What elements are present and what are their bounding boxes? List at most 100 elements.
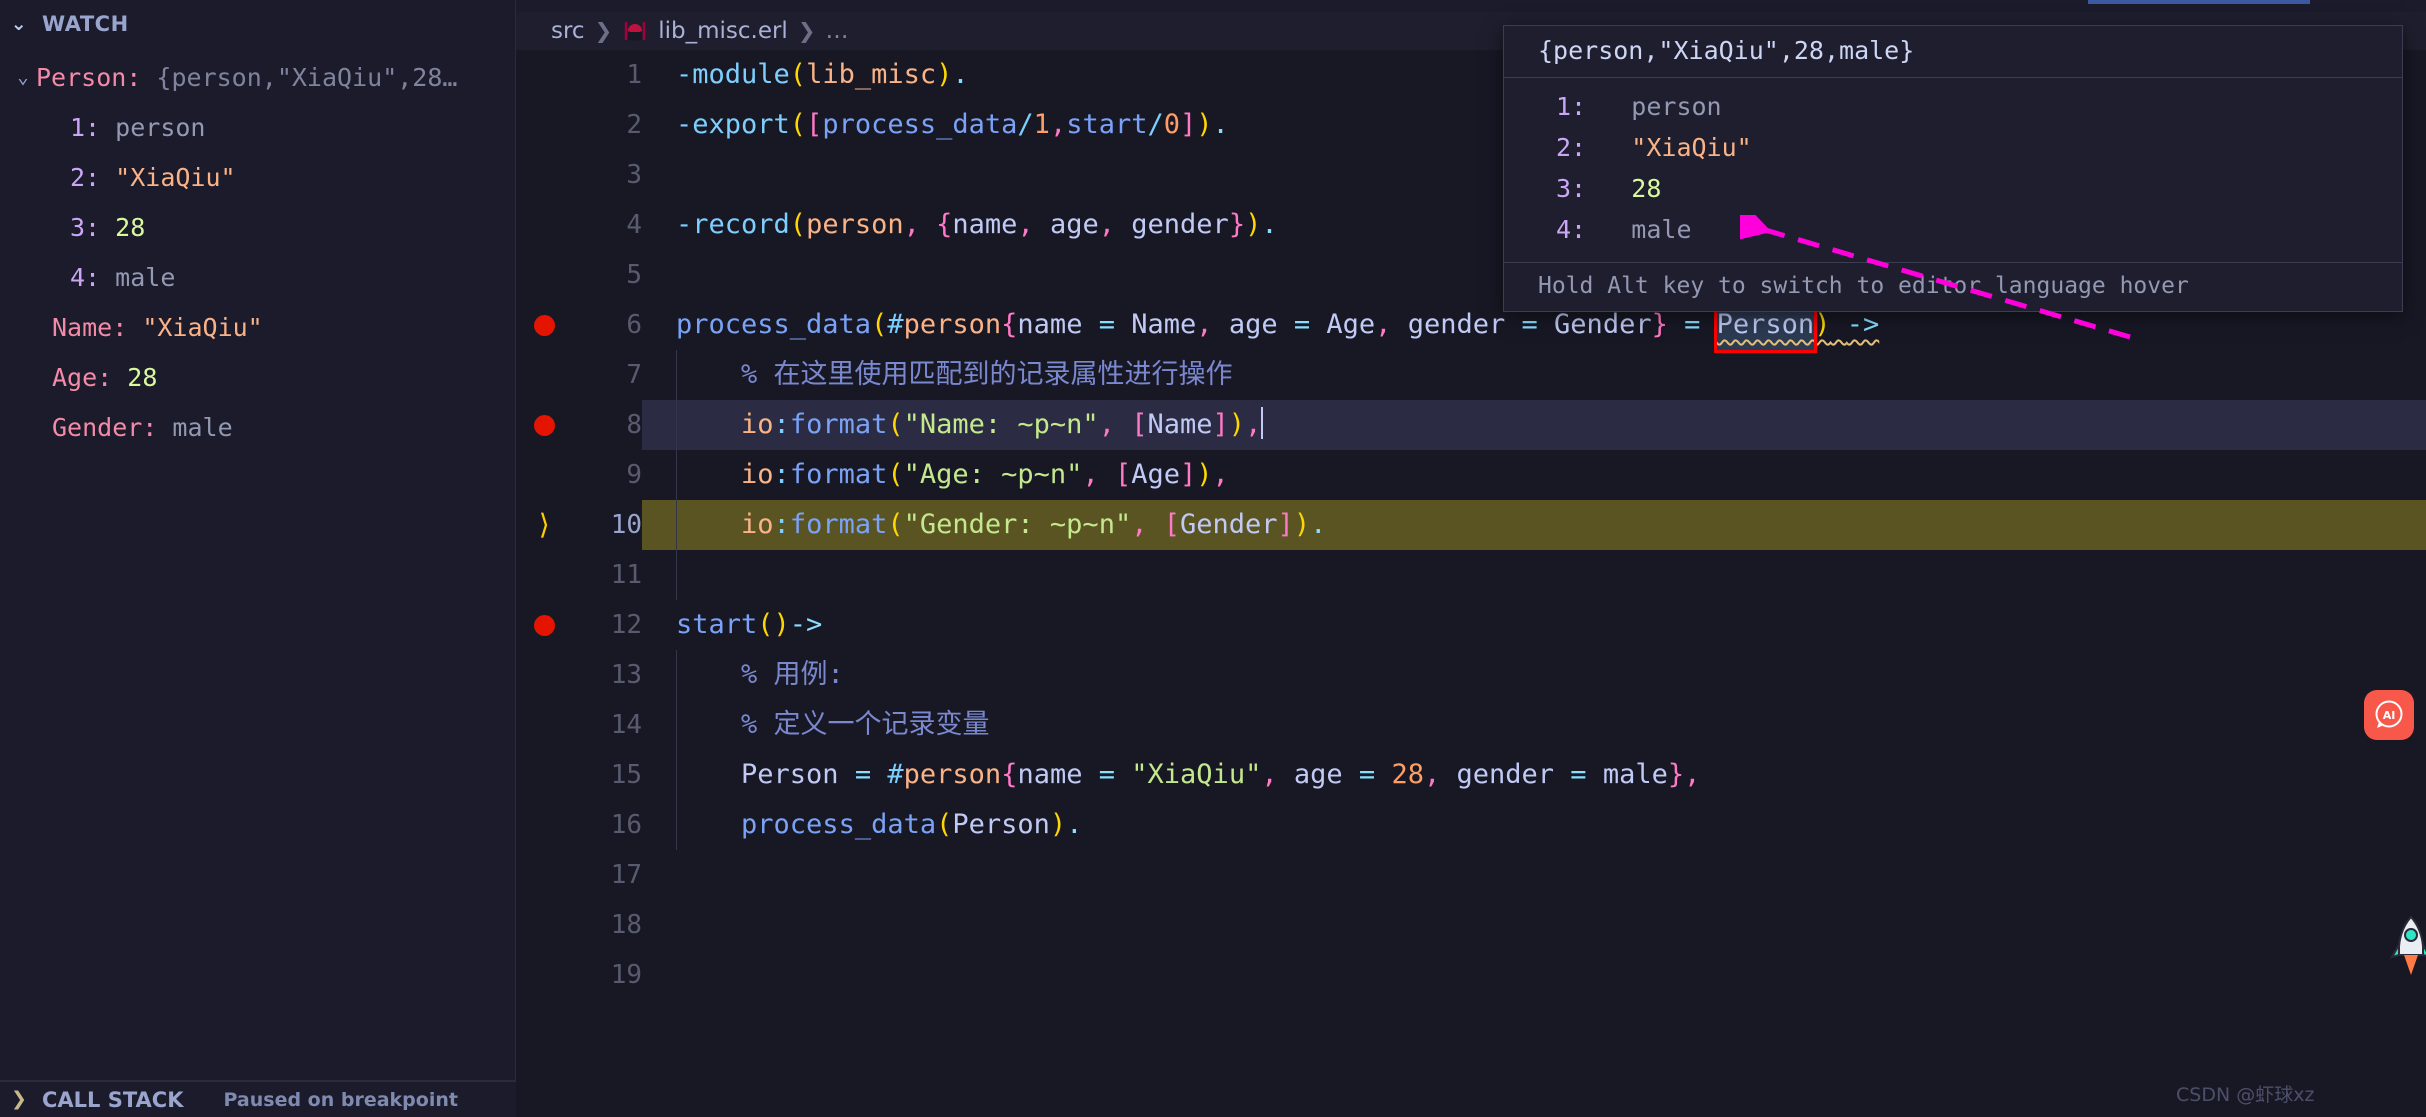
breakpoint-marker[interactable] (516, 600, 572, 650)
watch-child-row[interactable]: 2: "XiaQiu" (0, 152, 515, 202)
line-content: io:format("Gender: ~p~n", [Gender]). (741, 509, 1327, 540)
watch-expression-row[interactable]: Name: "XiaQiu" (0, 302, 515, 352)
chevron-down-icon[interactable]: ⌄ (6, 14, 32, 34)
code-line-current[interactable]: ⟩ 10 io:format("Gender: ~p~n", [Gender])… (516, 500, 2426, 550)
text-cursor (1261, 407, 1264, 439)
debug-hover-tooltip[interactable]: {person,"XiaQiu",28,male} 1: person 2: "… (1503, 25, 2403, 312)
watch-child-row[interactable]: 4: male (0, 252, 515, 302)
line-content: io:format("Name: ~p~n", [Name]), (741, 407, 1264, 440)
hover-row-key: 1: (1556, 92, 1587, 121)
debug-step-arrow-icon[interactable]: ⟩ (536, 511, 553, 539)
code-line[interactable]: 16 process_data(Person). (516, 800, 2426, 850)
code-line[interactable]: 7 % 在这里使用匹配到的记录属性进行操作 (516, 350, 2426, 400)
indent-guide (676, 550, 677, 600)
watch-expression-row[interactable]: Age: 28 (0, 352, 515, 402)
line-number: 2 (626, 110, 642, 140)
call-stack-panel-header[interactable]: ❯ CALL STACK Paused on breakpoint (0, 1081, 516, 1117)
code-line[interactable]: 15 Person = #person{name = "XiaQiu", age… (516, 750, 2426, 800)
code-line[interactable]: 12 start()-> (516, 600, 2426, 650)
hover-footer-hint: Hold Alt key to switch to editor languag… (1504, 262, 2402, 311)
line-number: 12 (610, 610, 642, 640)
line-content: -record(person, {name, age, gender}). (676, 209, 1278, 240)
erlang-file-icon (622, 18, 648, 44)
code-line[interactable]: 9 io:format("Age: ~p~n", [Age]), (516, 450, 2426, 500)
active-tab-indicator[interactable] (2088, 0, 2310, 4)
line-number: 14 (610, 710, 642, 740)
line-number: 1 (626, 60, 642, 90)
line-content: Person = #person{name = "XiaQiu", age = … (741, 759, 1701, 790)
chevron-right-icon: ❯ (594, 19, 613, 43)
watch-child-row[interactable]: 3: 28 (0, 202, 515, 252)
breadcrumb-item-file[interactable]: lib_misc.erl (658, 18, 788, 44)
watch-panel-header[interactable]: ⌄ WATCH (0, 0, 515, 48)
watermark: CSDN @虾球xz (2176, 1084, 2315, 1106)
watch-child-row[interactable]: 1: person (0, 102, 515, 152)
line-content: -export([process_data/1,start/0]). (676, 109, 1229, 140)
hover-row-key: 3: (1556, 174, 1587, 203)
watch-expression-key: Gender: (52, 412, 158, 442)
watch-root-row[interactable]: ⌄ Person: {person,"XiaQiu",28… (0, 52, 515, 102)
hover-row[interactable]: 4: male (1504, 209, 2402, 250)
line-content: % 在这里使用匹配到的记录属性进行操作 (676, 359, 1233, 390)
line-number: 13 (610, 660, 642, 690)
ai-assistant-badge[interactable]: AI (2364, 690, 2414, 740)
watch-root-key: Person: (36, 62, 142, 92)
line-number: 9 (626, 460, 642, 490)
hover-rows: 1: person 2: "XiaQiu" 3: 28 4: male (1504, 78, 2402, 262)
debug-status-text: Paused on breakpoint (223, 1088, 458, 1111)
hover-row[interactable]: 3: 28 (1504, 168, 2402, 209)
breakpoint-dot-icon[interactable] (533, 614, 555, 636)
hover-row-value: "XiaQiu" (1631, 133, 1752, 162)
watch-child-value: male (115, 262, 176, 292)
rocket-icon[interactable] (2389, 915, 2426, 979)
watch-expression-key: Age: (52, 362, 113, 392)
watch-child-value: 28 (115, 212, 146, 242)
breakpoint-dot-icon[interactable] (533, 314, 555, 336)
code-line[interactable]: 8 io:format("Name: ~p~n", [Name]), (516, 400, 2426, 450)
hover-row-key: 4: (1556, 215, 1587, 244)
watch-child-key: 3: (70, 212, 101, 242)
line-content: -module(lib_misc). (676, 59, 969, 90)
watch-expression-value: 28 (127, 362, 158, 392)
code-line[interactable]: 14 % 定义一个记录变量 (516, 700, 2426, 750)
watch-child-value: person (115, 112, 206, 142)
breadcrumb-item-folder[interactable]: src (551, 18, 585, 44)
watch-root-value: {person,"XiaQiu",28… (156, 62, 458, 92)
vscode-window: ⌄ WATCH ⌄ Person: {person,"XiaQiu",28… 1… (0, 0, 2426, 1117)
hover-title: {person,"XiaQiu",28,male} (1504, 26, 2402, 78)
chevron-right-icon: ❯ (797, 19, 816, 43)
hover-row-value: male (1631, 215, 1692, 244)
highlighted-variable[interactable]: Person (1717, 309, 1815, 340)
code-line[interactable]: 17 (516, 850, 2426, 900)
line-content: process_data(Person). (741, 809, 1083, 840)
breakpoint-dot-icon[interactable] (533, 414, 555, 436)
breakpoint-marker[interactable] (516, 400, 572, 450)
watch-expression-row[interactable]: Gender: male (0, 402, 515, 452)
breadcrumb-item-overflow[interactable]: … (825, 18, 850, 44)
line-number: 10 (572, 500, 642, 550)
line-number: 15 (610, 760, 642, 790)
hover-row[interactable]: 2: "XiaQiu" (1504, 127, 2402, 168)
hover-row-key: 2: (1556, 133, 1587, 162)
breakpoint-marker[interactable] (516, 300, 572, 350)
line-number: 8 (572, 400, 642, 450)
line-number: 6 (626, 310, 642, 340)
line-number: 16 (610, 810, 642, 840)
code-line[interactable]: 11 (516, 550, 2426, 600)
chevron-down-icon[interactable]: ⌄ (10, 67, 36, 87)
code-line[interactable]: 13 % 用例: (516, 650, 2426, 700)
call-stack-panel-title: CALL STACK (42, 1087, 184, 1112)
watch-child-key: 4: (70, 262, 101, 292)
svg-text:AI: AI (2383, 709, 2396, 722)
watch-child-value: "XiaQiu" (115, 162, 236, 192)
line-content: % 定义一个记录变量 (676, 709, 990, 740)
current-execution-marker[interactable]: ⟩ (516, 500, 572, 550)
line-number: 3 (626, 160, 642, 190)
watch-child-key: 2: (70, 162, 101, 192)
chevron-right-icon[interactable]: ❯ (6, 1090, 32, 1109)
code-line[interactable]: 18 (516, 900, 2426, 950)
hover-row-value: person (1631, 92, 1722, 121)
line-content: % 用例: (676, 659, 844, 690)
hover-row[interactable]: 1: person (1504, 86, 2402, 127)
code-line[interactable]: 19 (516, 950, 2426, 1000)
